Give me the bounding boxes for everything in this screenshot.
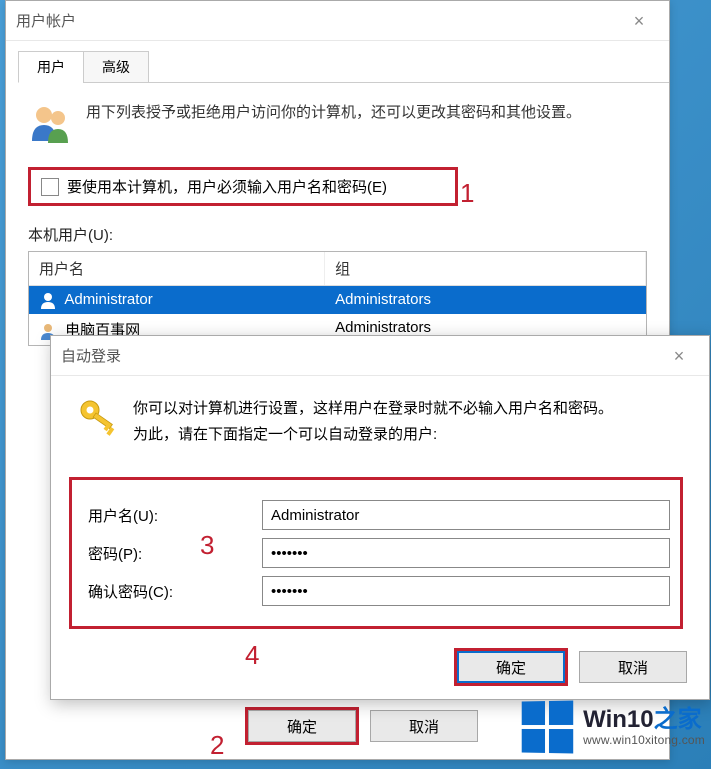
annotation-2: 2 [210,730,224,761]
titlebar: 自动登录 × [51,336,709,376]
annotation-4: 4 [245,640,259,671]
require-password-checkbox[interactable] [41,178,59,196]
username-field[interactable] [262,500,670,530]
tab-users[interactable]: 用户 [18,51,84,83]
col-group[interactable]: 组 [325,252,646,285]
confirm-password-field[interactable] [262,576,670,606]
cancel-button[interactable]: 取消 [370,710,478,742]
auto-login-window: 自动登录 × 你可以对计算机进行设置，这样用户在登录时就不必输入用户名和密码。 … [50,335,710,700]
cancel-button[interactable]: 取消 [579,651,687,683]
col-username[interactable]: 用户名 [29,252,325,285]
local-users-label: 本机用户(U): [28,224,647,245]
close-icon[interactable]: × [619,6,659,36]
users-table: 用户名 组 Administrator Administrators 电脑百事 [28,251,647,346]
watermark-brand: Win10之家 [583,707,705,733]
watermark-url: www.win10xitong.com [583,734,705,747]
users-icon [28,101,72,145]
password-field[interactable] [262,538,670,568]
close-icon[interactable]: × [659,341,699,371]
tabs: 用户 高级 [18,51,669,83]
titlebar: 用户帐户 × [6,1,669,41]
window-title: 自动登录 [61,345,121,366]
watermark: Win10之家 www.win10xitong.com [521,701,705,753]
row-group: Administrators [325,289,646,311]
user-icon [39,291,57,309]
table-row[interactable]: Administrator Administrators [29,286,646,314]
table-header: 用户名 组 [29,252,646,286]
dialog-body: 你可以对计算机进行设置，这样用户在登录时就不必输入用户名和密码。 为此，请在下面… [51,376,709,649]
credentials-form: 用户名(U): 密码(P): 确认密码(C): [69,477,683,629]
row-username: Administrator [64,291,152,308]
window-title: 用户帐户 [16,10,76,31]
require-password-label: 要使用本计算机，用户必须输入用户名和密码(E) [67,176,387,197]
confirm-password-label: 确认密码(C): [72,581,262,602]
ok-button[interactable]: 确定 [457,651,565,683]
tab-advanced[interactable]: 高级 [83,51,149,83]
key-icon [77,396,119,438]
password-label: 密码(P): [72,543,262,564]
windows-logo-icon [522,701,574,754]
annotation-1: 1 [460,178,474,209]
dialog-buttons: 确定 取消 [51,649,709,701]
back-window-buttons: 确定 取消 [248,710,478,742]
intro-text: 用下列表授予或拒绝用户访问你的计算机，还可以更改其密码和其他设置。 [86,101,581,145]
ok-button[interactable]: 确定 [248,710,356,742]
intro-line1: 你可以对计算机进行设置，这样用户在登录时就不必输入用户名和密码。 [133,396,613,422]
intro-line2: 为此，请在下面指定一个可以自动登录的用户: [133,422,613,448]
username-label: 用户名(U): [72,505,262,526]
annotation-3: 3 [200,530,214,561]
dialog-intro: 你可以对计算机进行设置，这样用户在登录时就不必输入用户名和密码。 为此，请在下面… [133,396,613,447]
content-area: 用下列表授予或拒绝用户访问你的计算机，还可以更改其密码和其他设置。 要使用本计算… [6,83,669,364]
require-password-checkbox-row: 要使用本计算机，用户必须输入用户名和密码(E) [28,167,458,206]
